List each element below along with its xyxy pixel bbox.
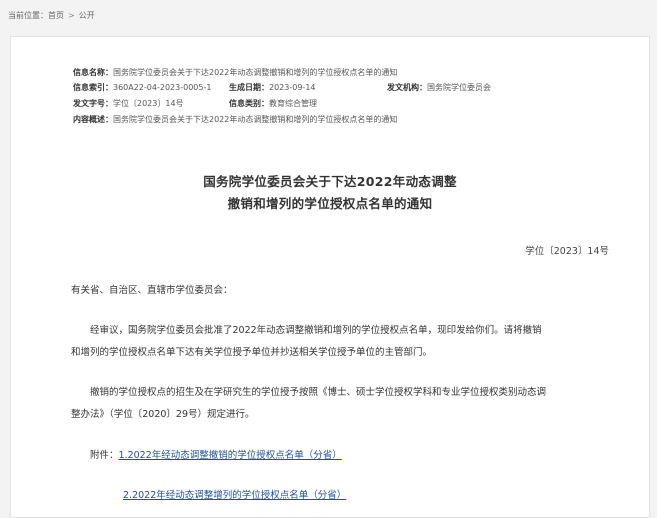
attachments-row-2: 2.2022年经动态调整增列的学位授权点名单（分省） bbox=[123, 485, 346, 507]
meta-name-label: 信息名称： bbox=[73, 68, 113, 77]
meta-index-value: 360A22-04-2023-0005-1 bbox=[113, 83, 212, 92]
meta-category-label: 信息类别： bbox=[229, 99, 269, 108]
meta-issuer-label: 发文机构： bbox=[387, 83, 427, 92]
meta-summary-value: 国务院学位委员会关于下达2022年动态调整撤销和增列的学位授权点名单的通知 bbox=[113, 115, 398, 124]
meta-docno-label: 发文字号： bbox=[73, 99, 113, 108]
meta-issuer-field: 发文机构：国务院学位委员会 bbox=[387, 82, 491, 94]
meta-category-field: 信息类别：教育综合管理 bbox=[229, 98, 317, 110]
meta-summary-label: 内容概述： bbox=[73, 115, 113, 124]
meta-docno-field: 发文字号：学位〔2023〕14号 bbox=[73, 98, 184, 110]
breadcrumb-home-link[interactable]: 首页 bbox=[48, 11, 64, 20]
attachment-2-link[interactable]: 2.2022年经动态调整增列的学位授权点名单（分省） bbox=[123, 490, 346, 501]
paragraph-2-line1: 撤销的学位授权点的招生及在学研究生的学位授予按照《博士、硕士学位授权学科和专业学… bbox=[90, 387, 547, 398]
attachment-1-link[interactable]: 1.2022年经动态调整撤销的学位授权点名单（分省） bbox=[119, 450, 342, 461]
paragraph-2-line2: 整办法》（学位〔2020〕29号）规定进行。 bbox=[71, 409, 255, 420]
breadcrumb: 当前位置：首页 > 公开 bbox=[8, 10, 95, 21]
paragraph-1-line2: 和增列的学位授权点名单下达有关学位授予单位并抄送相关学位授予单位的主管部门。 bbox=[71, 347, 433, 358]
content-panel: 信息名称：国务院学位委员会关于下达2022年动态调整撤销和增列的学位授权点名单的… bbox=[10, 36, 650, 518]
paragraph-1-line1: 经审议，国务院学位委员会批准了2022年动态调整撤销和增列的学位授权点名单，现印… bbox=[90, 325, 542, 336]
attachments-label: 附件： bbox=[90, 450, 119, 461]
meta-index-field: 信息索引：360A22-04-2023-0005-1 bbox=[73, 82, 211, 94]
article-title-line1: 国务院学位委员会关于下达2022年动态调整 bbox=[203, 174, 457, 189]
breadcrumb-current-link[interactable]: 公开 bbox=[79, 11, 95, 20]
article-title-line2: 撤销和增列的学位授权点名单的通知 bbox=[227, 196, 433, 211]
attachments-row-1: 附件：1.2022年经动态调整撤销的学位授权点名单（分省） bbox=[90, 445, 342, 467]
salutation: 有关省、自治区、直辖市学位委员会： bbox=[71, 285, 233, 296]
meta-date-label: 生成日期： bbox=[229, 83, 269, 92]
meta-date-field: 生成日期：2023-09-14 bbox=[229, 82, 316, 94]
meta-issuer-value: 国务院学位委员会 bbox=[427, 83, 491, 92]
paragraph-2: 撤销的学位授权点的招生及在学研究生的学位授予按照《博士、硕士学位授权学科和专业学… bbox=[71, 382, 631, 426]
breadcrumb-prefix: 当前位置： bbox=[8, 11, 48, 20]
meta-date-value: 2023-09-14 bbox=[269, 83, 316, 92]
paragraph-1: 经审议，国务院学位委员会批准了2022年动态调整撤销和增列的学位授权点名单，现印… bbox=[71, 320, 631, 364]
breadcrumb-separator: > bbox=[68, 11, 75, 20]
meta-category-value: 教育综合管理 bbox=[269, 99, 317, 108]
meta-name-row: 信息名称：国务院学位委员会关于下达2022年动态调整撤销和增列的学位授权点名单的… bbox=[73, 67, 397, 79]
meta-docno-value: 学位〔2023〕14号 bbox=[113, 99, 184, 108]
meta-summary-row: 内容概述：国务院学位委员会关于下达2022年动态调整撤销和增列的学位授权点名单的… bbox=[73, 114, 397, 126]
meta-index-label: 信息索引： bbox=[73, 83, 113, 92]
document-number: 学位〔2023〕14号 bbox=[525, 246, 609, 257]
meta-name-value: 国务院学位委员会关于下达2022年动态调整撤销和增列的学位授权点名单的通知 bbox=[113, 68, 398, 77]
